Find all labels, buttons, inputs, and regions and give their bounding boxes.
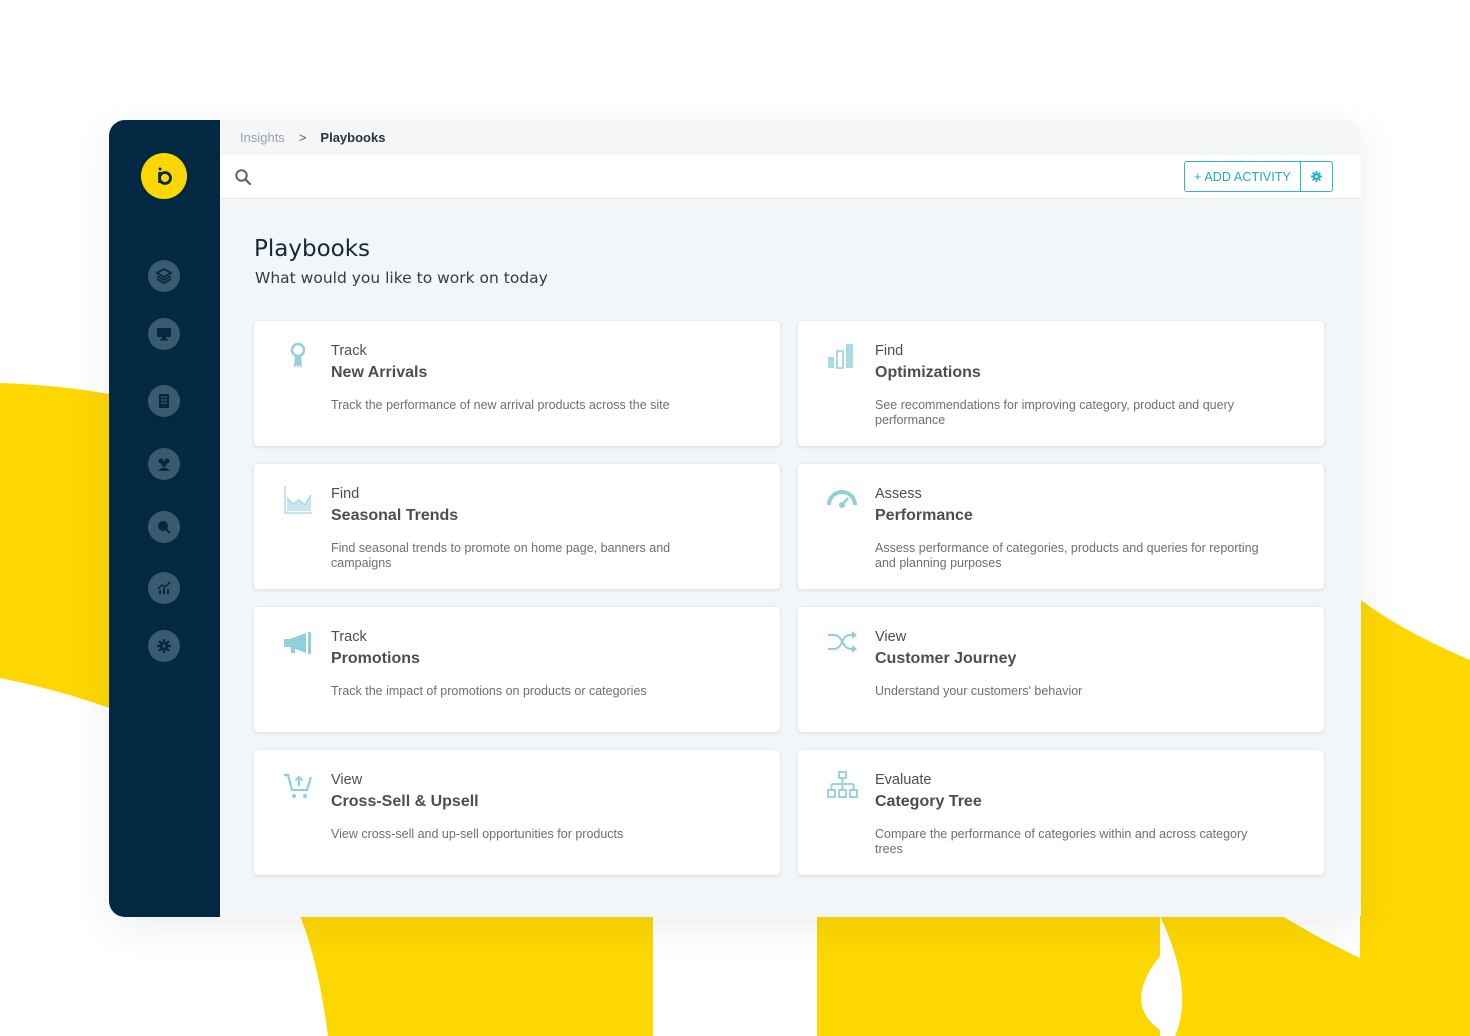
- playbook-card-promotions[interactable]: Track Promotions Track the impact of pro…: [254, 607, 780, 732]
- card-verb: Track: [331, 343, 367, 359]
- card-title: Cross-Sell & Upsell: [331, 793, 479, 810]
- card-description: See recommendations for improving catego…: [875, 398, 1234, 427]
- card-title: Category Tree: [875, 793, 982, 810]
- card-title: Promotions: [331, 650, 420, 667]
- playbook-card-seasonal-trends[interactable]: Find Seasonal Trends Find seasonal trend…: [254, 464, 780, 589]
- breadcrumb: Insights > Playbooks: [220, 120, 1361, 155]
- card-description: View cross-sell and up-sell opportunitie…: [331, 827, 624, 841]
- card-description: Assess performance of categories, produc…: [875, 541, 1259, 570]
- layers-icon: [155, 267, 173, 285]
- breadcrumb-insights[interactable]: Insights: [240, 130, 285, 145]
- monitor-icon: [157, 328, 171, 341]
- sidebar-item-search[interactable]: [148, 511, 180, 543]
- ribbon-award-icon: [290, 342, 306, 368]
- gear-icon: [1311, 171, 1322, 182]
- yellow-swoosh-left: [0, 383, 115, 710]
- playbook-card-customer-journey[interactable]: View Customer Journey Understand your cu…: [798, 607, 1324, 732]
- cart-upsell-icon: [284, 773, 313, 798]
- sidebar-item-documents[interactable]: [148, 385, 180, 417]
- users-icon: [158, 458, 170, 471]
- card-description: Compare the performance of categories wi…: [875, 827, 1248, 856]
- chart-icon: [157, 581, 171, 594]
- card-verb: Find: [331, 486, 360, 502]
- main-content: Playbooks What would you like to work on…: [220, 200, 1361, 917]
- card-description: Track the performance of new arrival pro…: [331, 398, 670, 412]
- playbook-card-optimizations[interactable]: Find Optimizations See recommendations f…: [798, 321, 1324, 446]
- card-title: Seasonal Trends: [331, 507, 459, 524]
- toolbar: + ADD ACTIVITY: [220, 155, 1361, 199]
- shuffle-icon: [828, 631, 857, 653]
- add-activity-group: + ADD ACTIVITY: [1184, 161, 1333, 192]
- search-icon[interactable]: [234, 168, 252, 186]
- card-verb: View: [331, 772, 363, 788]
- add-activity-button[interactable]: + ADD ACTIVITY: [1185, 162, 1301, 191]
- area-chart-icon: [284, 486, 312, 514]
- yellow-swoosh-bottom-left: [300, 916, 653, 1036]
- app-window: Insights > Playbooks + ADD ACTIVITY Play…: [109, 120, 1361, 917]
- card-title: New Arrivals: [331, 364, 428, 381]
- activity-settings-button[interactable]: [1301, 162, 1332, 191]
- gauge-icon: [827, 490, 857, 508]
- sidebar-item-monitor[interactable]: [148, 318, 180, 350]
- card-description: Find seasonal trends to promote on home …: [331, 541, 671, 570]
- card-title: Performance: [875, 507, 973, 524]
- settings-icon: [157, 639, 171, 653]
- sidebar: [109, 120, 220, 917]
- card-verb: Assess: [875, 486, 922, 502]
- breadcrumb-separator: >: [298, 130, 307, 145]
- card-verb: Find: [875, 343, 904, 359]
- breadcrumb-playbooks: Playbooks: [320, 130, 386, 145]
- card-verb: Evaluate: [875, 772, 932, 788]
- playbook-card-performance[interactable]: Assess Performance Assess performance of…: [798, 464, 1324, 589]
- hierarchy-tree-icon: [827, 771, 858, 798]
- playbook-card-new-arrivals[interactable]: Track New Arrivals Track the performance…: [254, 321, 780, 446]
- brand-logo-icon: [158, 167, 172, 185]
- search-icon: [158, 521, 171, 534]
- card-verb: View: [875, 629, 907, 645]
- card-verb: Track: [331, 629, 367, 645]
- card-title: Customer Journey: [875, 650, 1017, 667]
- card-description: Track the impact of promotions on produc…: [331, 684, 647, 698]
- page-title: Playbooks: [254, 236, 371, 262]
- brand-logo[interactable]: [141, 153, 187, 199]
- playbook-card-cross-sell-upsell[interactable]: View Cross-Sell & Upsell View cross-sell…: [254, 750, 780, 875]
- sidebar-item-analytics[interactable]: [148, 572, 180, 604]
- card-title: Optimizations: [875, 364, 981, 381]
- card-description: Understand your customers' behavior: [875, 684, 1083, 698]
- page-subtitle: What would you like to work on today: [255, 269, 548, 287]
- sidebar-item-users[interactable]: [148, 448, 180, 480]
- playbook-card-category-tree[interactable]: Evaluate Category Tree Compare the perfo…: [798, 750, 1324, 875]
- bar-chart-icon: [828, 344, 853, 369]
- document-icon: [159, 394, 169, 408]
- megaphone-icon: [284, 632, 311, 654]
- sidebar-item-layers[interactable]: [148, 260, 180, 292]
- sidebar-item-settings[interactable]: [148, 630, 180, 662]
